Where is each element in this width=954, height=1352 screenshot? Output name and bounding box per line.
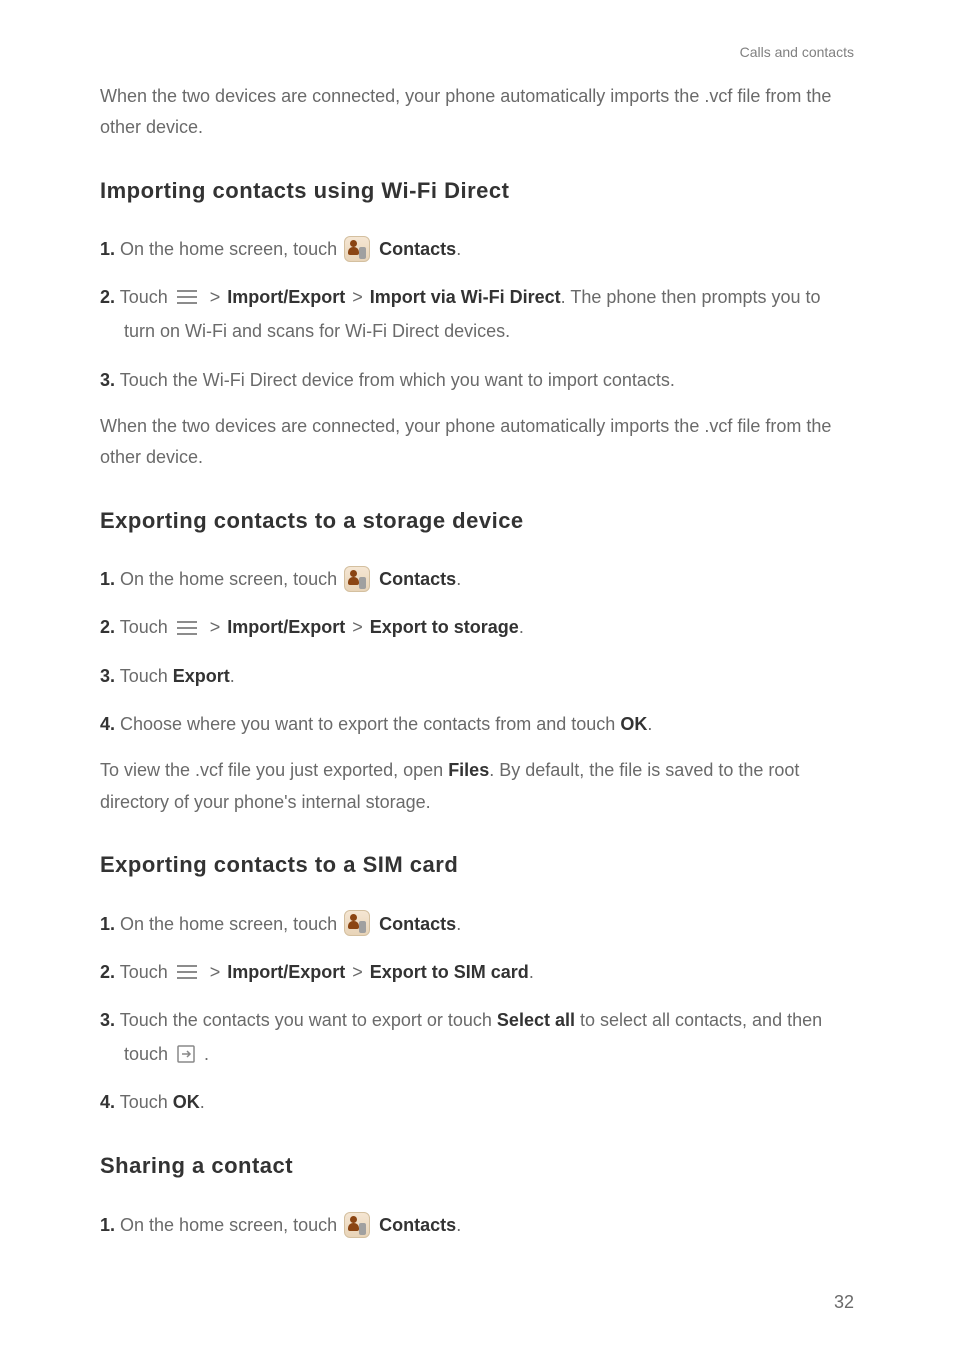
step-text: . <box>519 617 524 637</box>
step-number: 4. <box>100 1092 115 1112</box>
menu-item: Import/Export <box>227 962 345 982</box>
section3-step1: 1. On the home screen, touch Contacts. <box>100 907 854 941</box>
separator: > <box>345 617 370 637</box>
action-label: Export <box>173 666 230 686</box>
section1-step1: 1. On the home screen, touch Contacts. <box>100 232 854 266</box>
step-text: Touch the Wi-Fi Direct device from which… <box>115 370 675 390</box>
separator: > <box>345 962 370 982</box>
export-icon <box>176 1044 196 1064</box>
section2-step2: 2. Touch > Import/Export > Export to sto… <box>100 610 854 644</box>
section4-title: Sharing a contact <box>100 1147 854 1186</box>
step-number: 3. <box>100 1010 115 1030</box>
menu-item: Import/Export <box>227 287 345 307</box>
separator: > <box>203 962 228 982</box>
step-number: 1. <box>100 914 115 934</box>
step-text: Touch <box>115 1092 173 1112</box>
step-text: . <box>456 239 461 259</box>
menu-item: Export to SIM card <box>370 962 529 982</box>
contacts-icon <box>344 236 370 262</box>
step-number: 2. <box>100 287 115 307</box>
step-text: Touch the contacts you want to export or… <box>115 1010 497 1030</box>
contacts-icon <box>344 1212 370 1238</box>
section3-step3: 3. Touch the contacts you want to export… <box>100 1003 854 1071</box>
menu-item: Import via Wi-Fi Direct <box>370 287 561 307</box>
menu-icon <box>175 289 199 305</box>
menu-icon <box>175 620 199 636</box>
menu-icon <box>175 964 199 980</box>
step-number: 3. <box>100 370 115 390</box>
action-label: OK <box>620 714 647 734</box>
contacts-icon <box>344 566 370 592</box>
contacts-label: Contacts <box>379 569 456 589</box>
step-number: 1. <box>100 569 115 589</box>
separator: > <box>203 617 228 637</box>
step-text: On the home screen, touch <box>115 569 342 589</box>
step-text: . <box>200 1092 205 1112</box>
contacts-icon <box>344 910 370 936</box>
step-number: 2. <box>100 962 115 982</box>
step-text: . <box>647 714 652 734</box>
step-text: Touch <box>115 287 173 307</box>
step-text: . <box>456 569 461 589</box>
step-text: On the home screen, touch <box>115 914 342 934</box>
intro-paragraph: When the two devices are connected, your… <box>100 81 854 144</box>
files-label: Files <box>448 760 489 780</box>
page-header: Calls and contacts <box>100 40 854 65</box>
step-number: 2. <box>100 617 115 637</box>
step-number: 4. <box>100 714 115 734</box>
contacts-label: Contacts <box>379 1215 456 1235</box>
step-number: 1. <box>100 1215 115 1235</box>
step-text: . <box>456 914 461 934</box>
select-all-label: Select all <box>497 1010 575 1030</box>
separator: > <box>345 287 370 307</box>
section1-step3: 3. Touch the Wi-Fi Direct device from wh… <box>100 363 854 397</box>
step-text: . <box>529 962 534 982</box>
menu-item: Import/Export <box>227 617 345 637</box>
section3-step2: 2. Touch > Import/Export > Export to SIM… <box>100 955 854 989</box>
menu-item: Export to storage <box>370 617 519 637</box>
section3-title: Exporting contacts to a SIM card <box>100 846 854 885</box>
step-number: 3. <box>100 666 115 686</box>
step-text: . <box>230 666 235 686</box>
step-text: Choose where you want to export the cont… <box>115 714 620 734</box>
step-text: Touch <box>115 617 173 637</box>
separator: > <box>203 287 228 307</box>
section1-step2: 2. Touch > Import/Export > Import via Wi… <box>100 280 854 348</box>
step-text: Touch <box>115 666 173 686</box>
contacts-label: Contacts <box>379 239 456 259</box>
section1-closing: When the two devices are connected, your… <box>100 411 854 474</box>
section2-title: Exporting contacts to a storage device <box>100 502 854 541</box>
section2-closing: To view the .vcf file you just exported,… <box>100 755 854 818</box>
section1-title: Importing contacts using Wi-Fi Direct <box>100 172 854 211</box>
page-number: 32 <box>834 1287 854 1319</box>
step-text: On the home screen, touch <box>115 239 342 259</box>
section3-step4: 4. Touch OK. <box>100 1085 854 1119</box>
step-text: Touch <box>115 962 173 982</box>
step-text: . <box>456 1215 461 1235</box>
closing-text: To view the .vcf file you just exported,… <box>100 760 448 780</box>
section4-step1: 1. On the home screen, touch Contacts. <box>100 1208 854 1242</box>
contacts-label: Contacts <box>379 914 456 934</box>
section2-step4: 4. Choose where you want to export the c… <box>100 707 854 741</box>
step-number: 1. <box>100 239 115 259</box>
action-label: OK <box>173 1092 200 1112</box>
step-text: On the home screen, touch <box>115 1215 342 1235</box>
step-text: . <box>199 1044 209 1064</box>
section2-step3: 3. Touch Export. <box>100 659 854 693</box>
section2-step1: 1. On the home screen, touch Contacts. <box>100 562 854 596</box>
